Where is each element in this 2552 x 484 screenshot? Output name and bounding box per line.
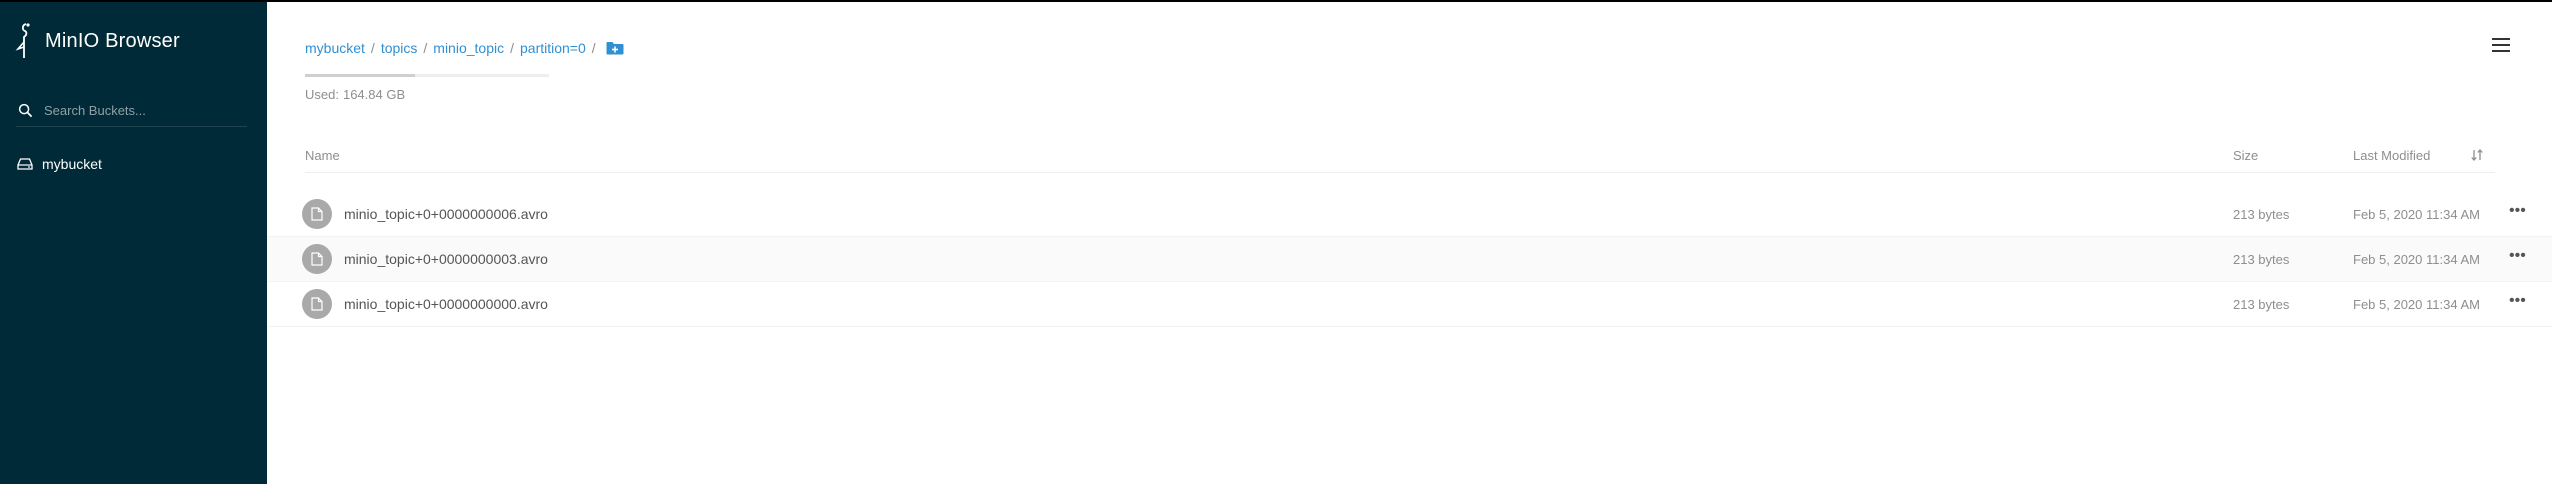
sort-icon[interactable]: [2470, 148, 2484, 162]
storage-usage-fill: [305, 74, 415, 77]
breadcrumb-separator: /: [591, 40, 596, 56]
hamburger-menu-icon[interactable]: [2492, 38, 2510, 54]
hard-drive-icon: [17, 158, 33, 170]
breadcrumb-minio-topic[interactable]: minio_topic: [433, 40, 504, 56]
breadcrumb-separator: /: [423, 40, 428, 56]
storage-used-label: Used:: [305, 87, 339, 102]
column-size-header[interactable]: Size: [2233, 148, 2258, 163]
bucket-label: mybucket: [42, 156, 102, 172]
column-last-modified-header[interactable]: Last Modified: [2353, 148, 2430, 163]
breadcrumb-topics[interactable]: topics: [381, 40, 418, 56]
breadcrumb: mybucket / topics / minio_topic / partit…: [305, 40, 624, 56]
sidebar-item-mybucket[interactable]: mybucket: [17, 156, 102, 172]
file-size: 213 bytes: [2233, 207, 2290, 222]
file-name[interactable]: minio_topic+0+0000000003.avro: [344, 251, 548, 267]
bucket-search: [16, 94, 247, 127]
file-last-modified: Feb 5, 2020 11:34 AM: [2353, 297, 2480, 312]
storage-usage-bar: [305, 74, 549, 77]
ellipsis-icon[interactable]: •••: [2509, 293, 2529, 310]
file-name[interactable]: minio_topic+0+0000000000.avro: [344, 296, 548, 312]
file-size: 213 bytes: [2233, 297, 2290, 312]
main-content: mybucket / topics / minio_topic / partit…: [267, 2, 2552, 484]
search-icon: [18, 103, 33, 117]
table-header: Name Size Last Modified: [305, 148, 2495, 173]
table-row[interactable]: minio_topic+0+0000000003.avro 213 bytes …: [267, 237, 2552, 282]
file-icon[interactable]: [302, 199, 332, 229]
file-name[interactable]: minio_topic+0+0000000006.avro: [344, 206, 548, 222]
file-size: 213 bytes: [2233, 252, 2290, 267]
ellipsis-icon[interactable]: •••: [2509, 203, 2529, 220]
minio-bird-logo-icon: [15, 23, 30, 58]
app-title: MinIO Browser: [45, 29, 180, 52]
storage-used: Used: 164.84 GB: [305, 87, 405, 102]
file-icon[interactable]: [302, 244, 332, 274]
file-icon[interactable]: [302, 289, 332, 319]
folder-plus-icon[interactable]: [606, 41, 624, 55]
breadcrumb-partition[interactable]: partition=0: [520, 40, 586, 56]
breadcrumb-separator: /: [510, 40, 514, 56]
file-list: minio_topic+0+0000000006.avro 213 bytes …: [267, 192, 2552, 327]
table-row[interactable]: minio_topic+0+0000000000.avro 213 bytes …: [267, 282, 2552, 327]
file-last-modified: Feb 5, 2020 11:34 AM: [2353, 252, 2480, 267]
storage-used-value: 164.84 GB: [342, 87, 406, 102]
file-last-modified: Feb 5, 2020 11:34 AM: [2353, 207, 2480, 222]
ellipsis-icon[interactable]: •••: [2509, 248, 2529, 265]
search-buckets-input[interactable]: [42, 101, 246, 119]
breadcrumb-mybucket[interactable]: mybucket: [305, 40, 365, 56]
sidebar: MinIO Browser mybucket: [0, 2, 267, 484]
table-row[interactable]: minio_topic+0+0000000006.avro 213 bytes …: [267, 192, 2552, 237]
column-name-header[interactable]: Name: [305, 148, 340, 163]
breadcrumb-separator: /: [370, 40, 375, 56]
app-logo: MinIO Browser: [15, 22, 180, 60]
